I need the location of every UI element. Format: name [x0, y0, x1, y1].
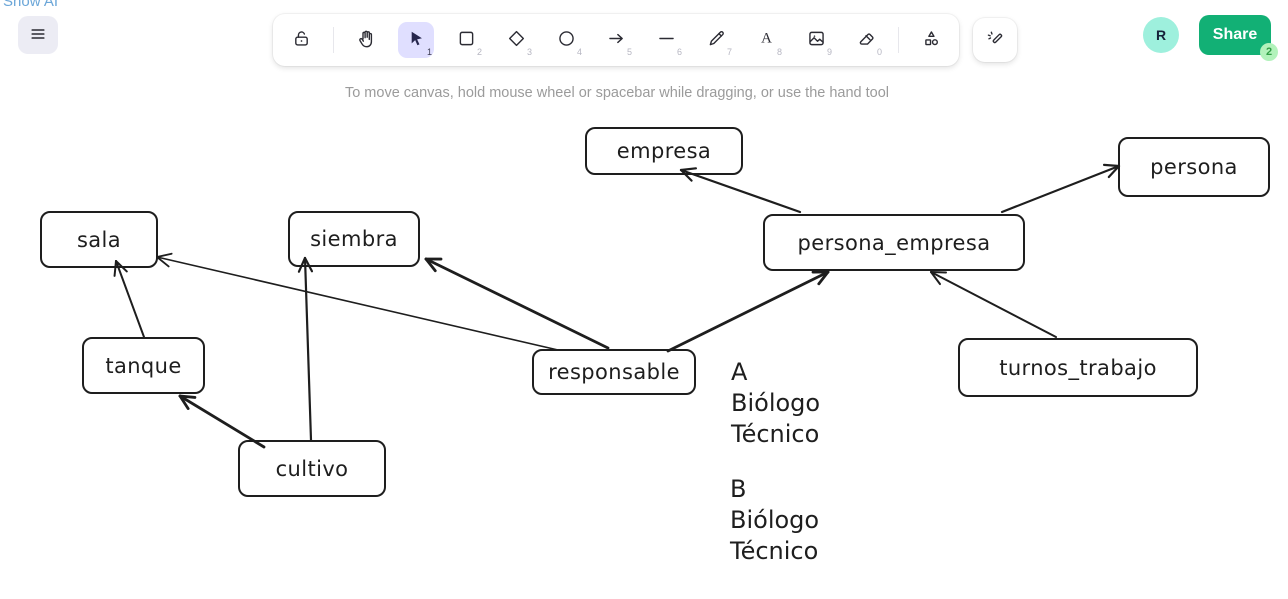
tool-line-button[interactable]: 6: [648, 22, 684, 58]
menu-icon: [28, 24, 48, 47]
shapes-icon: [921, 28, 942, 52]
tool-shortcut-label: 6: [677, 47, 682, 57]
diagram-node-cultivo[interactable]: cultivo: [238, 440, 386, 497]
share-button[interactable]: Share 2: [1199, 15, 1271, 55]
tool-arrow-button[interactable]: 5: [598, 22, 634, 58]
toolbar-divider: [898, 27, 899, 53]
pencil-icon: [706, 28, 727, 52]
diagram-node-empresa[interactable]: empresa: [585, 127, 743, 175]
diagram-node-label: sala: [77, 228, 121, 252]
diagram-node-persona_empresa[interactable]: persona_empresa: [763, 214, 1025, 271]
tool-shortcut-label: 4: [577, 47, 582, 57]
diagram-node-turnos_trabajo[interactable]: turnos_trabajo: [958, 338, 1198, 397]
canvas-text-note-b[interactable]: B Biólogo Técnico: [730, 474, 819, 567]
tool-draw-button[interactable]: 7: [698, 22, 734, 58]
canvas-text-note-a[interactable]: A Biólogo Técnico: [731, 357, 820, 450]
diagram-node-label: empresa: [617, 139, 711, 163]
eraser-icon: [856, 28, 877, 52]
magic-wand-button[interactable]: [973, 18, 1017, 62]
diagram-node-tanque[interactable]: tanque: [82, 337, 205, 394]
selection-icon: [406, 28, 427, 52]
tool-eraser-button[interactable]: 0: [848, 22, 884, 58]
text-icon: A: [756, 28, 777, 52]
line-icon: [656, 28, 677, 52]
rectangle-icon: [456, 28, 477, 52]
tool-diamond-button[interactable]: 3: [498, 22, 534, 58]
diagram-node-label: siembra: [310, 227, 398, 251]
tool-rectangle-button[interactable]: 2: [448, 22, 484, 58]
diagram-node-persona[interactable]: persona: [1118, 137, 1270, 197]
tool-shapes-button[interactable]: [913, 22, 949, 58]
show-ai-link[interactable]: Show AI: [3, 0, 58, 10]
tool-image-button[interactable]: 9: [798, 22, 834, 58]
diamond-icon: [506, 28, 527, 52]
tool-ellipse-button[interactable]: 4: [548, 22, 584, 58]
tool-shortcut-label: 0: [877, 47, 882, 57]
tool-shortcut-label: 9: [827, 47, 832, 57]
tool-text-button[interactable]: A8: [748, 22, 784, 58]
share-button-label: Share: [1213, 26, 1257, 43]
tool-selection-button[interactable]: 1: [398, 22, 434, 58]
diagram-node-siembra[interactable]: siembra: [288, 211, 420, 267]
share-collaborator-badge: 2: [1260, 43, 1278, 61]
svg-text:A: A: [761, 31, 772, 47]
tool-shortcut-label: 7: [727, 47, 732, 57]
ellipse-icon: [556, 28, 577, 52]
diagram-node-label: turnos_trabajo: [999, 356, 1157, 380]
diagram-node-sala[interactable]: sala: [40, 211, 158, 268]
tool-shortcut-label: 1: [427, 47, 432, 57]
lock-open-icon: [291, 28, 312, 52]
menu-button[interactable]: [18, 16, 58, 54]
diagram-node-label: responsable: [548, 360, 680, 384]
tool-shortcut-label: 3: [527, 47, 532, 57]
diagram-node-label: persona: [1150, 155, 1238, 179]
image-icon: [806, 28, 827, 52]
diagram-node-responsable[interactable]: responsable: [532, 349, 696, 395]
tool-hand-button[interactable]: [348, 22, 384, 58]
canvas-hint-text: To move canvas, hold mouse wheel or spac…: [273, 85, 961, 101]
magic-wand-icon: [984, 28, 1006, 53]
toolbar-divider: [333, 27, 334, 53]
avatar[interactable]: R: [1143, 17, 1179, 53]
diagram-node-label: cultivo: [276, 457, 349, 481]
diagram-node-label: tanque: [105, 354, 181, 378]
diagram-node-label: persona_empresa: [798, 231, 991, 255]
tool-shortcut-label: 5: [627, 47, 632, 57]
tool-lock-button[interactable]: [283, 22, 319, 58]
tool-shortcut-label: 2: [477, 47, 482, 57]
hand-icon: [356, 28, 377, 52]
arrow-icon: [606, 28, 627, 52]
toolbar-island: 1 2 3 4 5 6 7 A8 9 0: [273, 14, 959, 66]
tool-shortcut-label: 8: [777, 47, 782, 57]
